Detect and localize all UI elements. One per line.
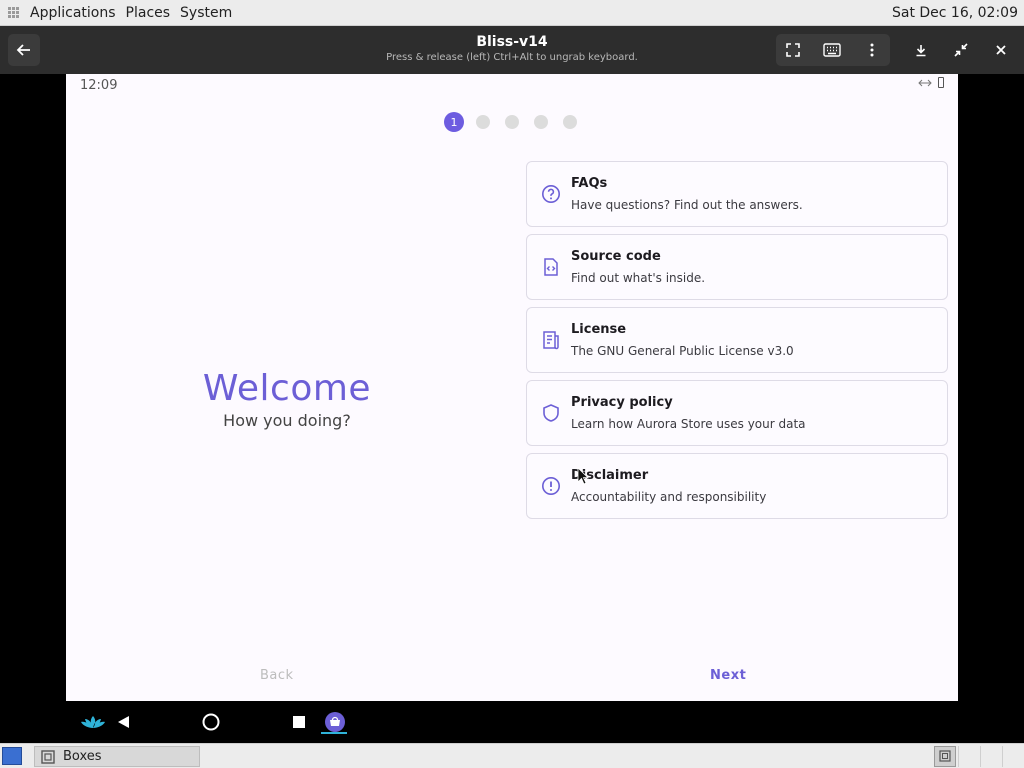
nav-home-button[interactable] <box>200 711 222 733</box>
menu-places[interactable]: Places <box>126 5 171 21</box>
fullscreen-button[interactable] <box>777 34 809 66</box>
aurora-store-icon <box>325 712 345 732</box>
card-description: Find out what's inside. <box>571 271 706 285</box>
card-description: The GNU General Public License v3.0 <box>571 344 794 358</box>
back-button[interactable] <box>8 34 40 66</box>
close-button[interactable] <box>985 34 1017 66</box>
boxes-headerbar: Bliss-v14 Press & release (left) Ctrl+Al… <box>0 26 1024 74</box>
network-arrows-icon <box>918 79 932 86</box>
nav-recents-button[interactable] <box>288 711 310 733</box>
restore-button[interactable] <box>945 34 977 66</box>
card-privacy-policy[interactable]: Privacy policy Learn how Aurora Store us… <box>526 380 948 446</box>
step-4-indicator <box>534 115 548 129</box>
card-title: FAQs <box>571 176 608 191</box>
taskbar-window-boxes[interactable]: Boxes <box>34 746 200 767</box>
android-screen[interactable]: 12:09 1 Welcome How you doing? FAQs Have… <box>66 74 958 701</box>
boxes-workspace-icon <box>939 750 951 762</box>
title-block: Bliss-v14 Press & release (left) Ctrl+Al… <box>312 34 712 63</box>
kebab-menu-icon <box>870 43 874 57</box>
show-desktop-button[interactable] <box>2 747 22 765</box>
step-2-indicator <box>476 115 490 129</box>
arrow-left-icon <box>16 44 30 56</box>
welcome-subtitle: How you doing? <box>223 411 351 430</box>
window-title: Bliss-v14 <box>476 34 548 50</box>
card-title: Source code <box>571 249 661 264</box>
workspace-4[interactable] <box>1002 746 1024 767</box>
card-disclaimer[interactable]: Disclaimer Accountability and responsibi… <box>526 453 948 519</box>
welcome-title: Welcome <box>202 368 372 409</box>
source-code-icon <box>544 258 558 276</box>
fullscreen-icon <box>786 43 800 57</box>
boxes-app-icon <box>41 749 55 764</box>
keyboard-button[interactable] <box>816 34 848 66</box>
workspace-1[interactable] <box>934 746 956 767</box>
step-1-indicator: 1 <box>444 112 464 132</box>
card-description: Accountability and responsibility <box>571 490 767 504</box>
card-license[interactable]: License The GNU General Public License v… <box>526 307 948 373</box>
launcher-button[interactable] <box>80 711 106 733</box>
step-5-indicator <box>563 115 577 129</box>
menu-system[interactable]: System <box>180 5 232 21</box>
restore-arrows-icon <box>954 43 968 57</box>
circle-home-icon <box>202 713 220 731</box>
card-title: Privacy policy <box>571 395 673 410</box>
status-icons <box>918 77 944 88</box>
card-description: Learn how Aurora Store uses your data <box>571 417 806 431</box>
card-description: Have questions? Find out the answers. <box>571 198 803 212</box>
minimize-button[interactable] <box>905 34 937 66</box>
next-nav-button[interactable]: Next <box>710 668 746 683</box>
top-panel: Applications Places System Sat Dec 16, 0… <box>0 0 1024 26</box>
license-document-icon <box>543 331 559 350</box>
task-label: Boxes <box>63 749 102 764</box>
card-source-code[interactable]: Source code Find out what's inside. <box>526 234 948 300</box>
back-nav-button[interactable]: Back <box>260 668 294 683</box>
step-3-indicator <box>505 115 519 129</box>
setup-stepper: 1 <box>444 112 580 132</box>
bottom-taskbar: Boxes <box>0 743 1024 768</box>
question-circle-icon <box>542 185 560 203</box>
menu-applications[interactable]: Applications <box>30 5 116 21</box>
nav-back-button[interactable] <box>112 711 134 733</box>
more-menu-button[interactable] <box>856 34 888 66</box>
battery-icon <box>938 77 944 88</box>
workspace-3[interactable] <box>980 746 1002 767</box>
window-subtitle: Press & release (left) Ctrl+Alt to ungra… <box>386 52 638 63</box>
aurora-store-app-button[interactable] <box>323 711 347 733</box>
square-recents-icon <box>293 716 305 728</box>
card-faqs[interactable]: FAQs Have questions? Find out the answer… <box>526 161 948 227</box>
welcome-block: Welcome How you doing? <box>150 368 424 430</box>
apps-grid-icon[interactable] <box>8 6 20 19</box>
mouse-cursor-icon <box>577 467 589 485</box>
close-icon <box>996 45 1006 55</box>
triangle-back-icon <box>118 716 129 728</box>
active-app-indicator <box>321 732 347 734</box>
panel-clock[interactable]: Sat Dec 16, 02:09 <box>892 5 1018 21</box>
lotus-icon <box>81 716 105 728</box>
keyboard-icon <box>823 43 841 57</box>
android-nav-bar <box>0 701 1024 743</box>
workspace-2[interactable] <box>958 746 980 767</box>
download-icon <box>916 45 926 57</box>
info-card-list: FAQs Have questions? Find out the answer… <box>526 161 948 526</box>
card-title: License <box>571 322 627 337</box>
status-time: 12:09 <box>80 78 118 93</box>
exclamation-circle-icon <box>542 477 560 495</box>
shield-icon <box>543 404 559 422</box>
